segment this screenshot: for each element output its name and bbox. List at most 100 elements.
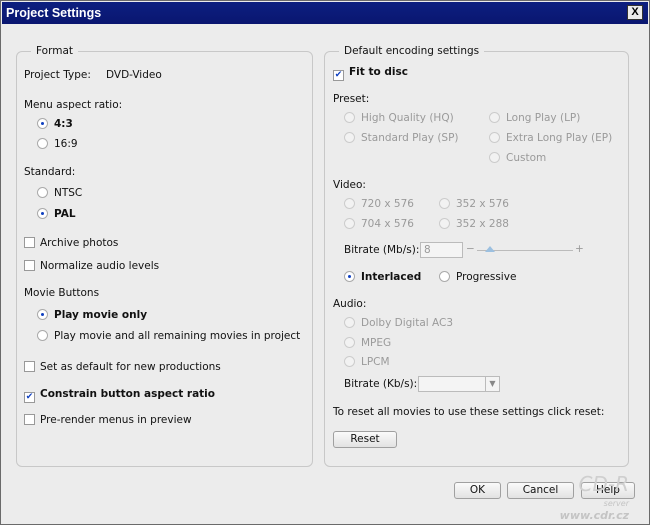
project-settings-dialog: Project Settings X Format Project Type: … — [0, 0, 650, 525]
prerender-checkbox[interactable]: Pre-render menus in preview — [24, 414, 192, 426]
audio-bitrate-label: Bitrate (Kb/s): — [344, 378, 418, 390]
radio-icon — [344, 317, 355, 328]
fit-to-disc-checkbox[interactable]: ✔ Fit to disc — [333, 66, 408, 81]
radio-label: Dolby Digital AC3 — [361, 317, 454, 329]
radio-label: 352 x 576 — [456, 198, 509, 210]
radio-label: 352 x 288 — [456, 218, 509, 230]
checkbox-label: Pre-render menus in preview — [40, 414, 192, 426]
radio-label: Standard Play (SP) — [361, 132, 459, 144]
reset-instructions: To reset all movies to use these setting… — [333, 406, 605, 418]
res-352x288-radio[interactable]: 352 x 288 — [439, 218, 509, 230]
format-group: Format — [16, 45, 313, 467]
audio-ac3-radio[interactable]: Dolby Digital AC3 — [344, 317, 453, 329]
radio-icon — [489, 132, 500, 143]
video-bitrate-label: Bitrate (Mb/s): — [344, 244, 420, 256]
aspect-4-3-radio[interactable]: 4:3 — [37, 118, 73, 130]
radio-label: NTSC — [54, 187, 83, 199]
audio-lpcm-radio[interactable]: LPCM — [344, 356, 390, 368]
slider-minus-icon[interactable]: − — [466, 243, 475, 255]
standard-label: Standard: — [24, 166, 76, 178]
radio-selected-icon — [37, 208, 48, 219]
radio-label: High Quality (HQ) — [361, 112, 454, 124]
res-720x576-radio[interactable]: 720 x 576 — [344, 198, 414, 210]
radio-icon — [344, 356, 355, 367]
menu-aspect-label: Menu aspect ratio: — [24, 99, 123, 111]
preset-hq-radio[interactable]: High Quality (HQ) — [344, 112, 454, 124]
aspect-16-9-radio[interactable]: 16:9 — [37, 138, 78, 150]
watermark: CD-R server www.cdr.cz — [559, 472, 629, 522]
radio-icon — [344, 337, 355, 348]
radio-icon — [489, 152, 500, 163]
ok-button[interactable]: OK — [454, 482, 501, 499]
window-title: Project Settings — [6, 6, 102, 20]
radio-label: PAL — [54, 208, 76, 220]
checkbox-label: Set as default for new productions — [40, 361, 221, 373]
checkmark-icon: ✔ — [333, 70, 344, 81]
close-button[interactable]: X — [627, 5, 643, 20]
checkbox-label: Normalize audio levels — [40, 260, 160, 272]
audio-bitrate-select[interactable]: ▼ — [418, 376, 500, 392]
preset-ep-radio[interactable]: Extra Long Play (EP) — [489, 132, 612, 144]
radio-label: Play movie only — [54, 309, 148, 321]
radio-selected-icon — [37, 118, 48, 129]
radio-selected-icon — [344, 271, 355, 282]
radio-icon — [344, 132, 355, 143]
movie-buttons-label: Movie Buttons — [24, 287, 100, 299]
slider-plus-icon[interactable]: + — [575, 243, 584, 255]
chevron-down-icon[interactable]: ▼ — [485, 377, 499, 391]
radio-label: 16:9 — [54, 138, 78, 150]
play-movie-only-radio[interactable]: Play movie only — [37, 309, 147, 321]
interlaced-radio[interactable]: Interlaced — [344, 271, 421, 283]
checkbox-icon — [24, 260, 35, 271]
project-type-value: DVD-Video — [106, 69, 162, 81]
watermark-url: www.cdr.cz — [559, 509, 629, 522]
radio-label: 720 x 576 — [361, 198, 414, 210]
video-label: Video: — [333, 179, 366, 191]
normalize-audio-checkbox[interactable]: Normalize audio levels — [24, 260, 159, 272]
preset-sp-radio[interactable]: Standard Play (SP) — [344, 132, 459, 144]
audio-mpeg-radio[interactable]: MPEG — [344, 337, 391, 349]
cancel-button[interactable]: Cancel — [507, 482, 574, 499]
pal-radio[interactable]: PAL — [37, 208, 76, 220]
play-all-movies-radio[interactable]: Play movie and all remaining movies in p… — [37, 330, 300, 342]
video-bitrate-input[interactable]: 8 — [420, 242, 463, 258]
archive-photos-checkbox[interactable]: Archive photos — [24, 237, 118, 249]
preset-custom-radio[interactable]: Custom — [489, 152, 546, 164]
bitrate-slider-thumb[interactable] — [485, 246, 495, 252]
radio-label: Progressive — [456, 271, 517, 283]
reset-button[interactable]: Reset — [333, 431, 397, 448]
ntsc-radio[interactable]: NTSC — [37, 187, 82, 199]
checkbox-label: Fit to disc — [349, 66, 408, 78]
radio-label: LPCM — [361, 356, 390, 368]
radio-label: Long Play (LP) — [506, 112, 581, 124]
radio-icon — [344, 112, 355, 123]
preset-label: Preset: — [333, 93, 370, 105]
checkbox-icon — [24, 361, 35, 372]
encoding-legend: Default encoding settings — [339, 45, 485, 57]
radio-icon — [439, 271, 450, 282]
radio-icon — [37, 187, 48, 198]
checkbox-label: Archive photos — [40, 237, 119, 249]
project-type-label: Project Type: — [24, 69, 91, 81]
radio-label: Play movie and all remaining movies in p… — [54, 330, 301, 342]
watermark-logo: CD-R — [578, 472, 629, 496]
checkbox-icon — [24, 237, 35, 248]
preset-lp-radio[interactable]: Long Play (LP) — [489, 112, 580, 124]
constrain-aspect-checkbox[interactable]: ✔ Constrain button aspect ratio — [24, 388, 215, 403]
radio-label: Extra Long Play (EP) — [506, 132, 613, 144]
checkbox-icon — [24, 414, 35, 425]
radio-icon — [37, 330, 48, 341]
radio-icon — [344, 198, 355, 209]
radio-label: MPEG — [361, 337, 392, 349]
title-bar: Project Settings X — [2, 2, 648, 24]
radio-label: Interlaced — [361, 271, 422, 283]
progressive-radio[interactable]: Progressive — [439, 271, 516, 283]
radio-label: Custom — [506, 152, 547, 164]
res-704x576-radio[interactable]: 704 x 576 — [344, 218, 414, 230]
radio-icon — [37, 138, 48, 149]
set-default-checkbox[interactable]: Set as default for new productions — [24, 361, 221, 373]
audio-label: Audio: — [333, 298, 367, 310]
checkmark-icon: ✔ — [24, 392, 35, 403]
res-352x576-radio[interactable]: 352 x 576 — [439, 198, 509, 210]
radio-icon — [344, 218, 355, 229]
